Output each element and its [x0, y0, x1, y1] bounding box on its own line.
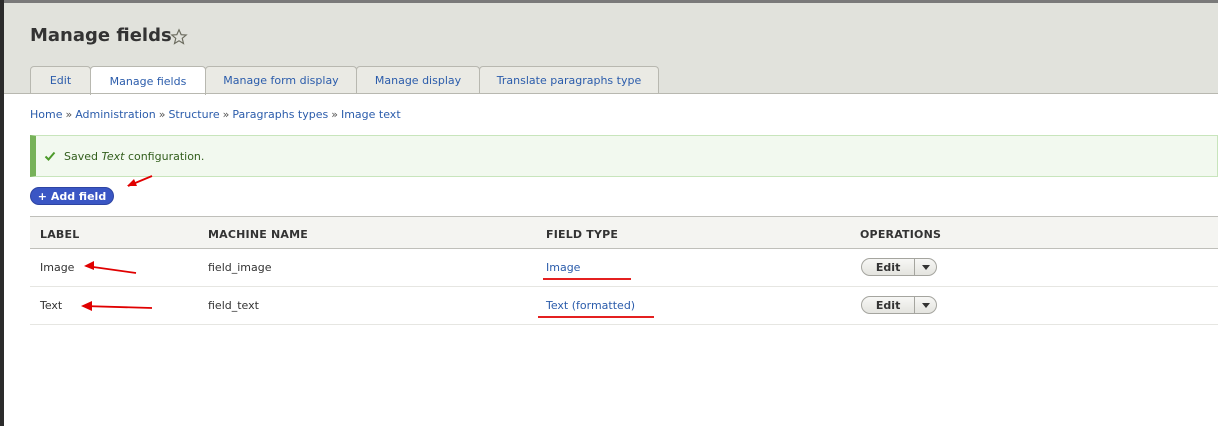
- check-icon: [44, 151, 56, 161]
- header-label[interactable]: LABEL: [40, 228, 79, 241]
- operations-dropbutton: Edit: [861, 296, 937, 314]
- chevron-down-icon: [921, 302, 930, 308]
- breadcrumb-image-text[interactable]: Image text: [341, 108, 401, 121]
- field-machine-name: field_text: [208, 299, 259, 312]
- tab-translate-label: Translate paragraphs type: [496, 74, 642, 87]
- breadcrumb-separator: »: [331, 108, 338, 121]
- tab-manage-form-display-label: Manage form display: [223, 74, 339, 87]
- header-operations: OPERATIONS: [860, 228, 942, 241]
- status-message-suffix: configuration.: [127, 150, 205, 163]
- field-type-link[interactable]: Text (formatted): [546, 299, 635, 312]
- header-divider: [4, 93, 1218, 94]
- tab-manage-display[interactable]: Manage display: [356, 66, 480, 94]
- field-label: Text: [40, 299, 63, 312]
- dropdown-toggle[interactable]: [915, 297, 936, 313]
- edit-button[interactable]: Edit: [862, 297, 916, 313]
- breadcrumb-home[interactable]: Home: [30, 108, 62, 121]
- field-label: Image: [40, 261, 75, 274]
- header-machine-name[interactable]: MACHINE NAME: [208, 228, 308, 241]
- breadcrumb: Home» Administration» Structure» Paragraphs…: [30, 108, 401, 121]
- status-message-text: Saved Text configuration.: [64, 150, 204, 163]
- edit-button[interactable]: Edit: [862, 259, 916, 275]
- breadcrumb-administration[interactable]: Administration: [75, 108, 156, 121]
- star-icon[interactable]: [170, 28, 188, 46]
- tab-manage-fields-label: Manage fields: [109, 74, 187, 88]
- tab-edit[interactable]: Edit: [30, 66, 91, 94]
- field-machine-name: field_image: [208, 261, 272, 274]
- field-type-link[interactable]: Image: [546, 261, 580, 274]
- table-row: Image field_image Image Edit: [30, 249, 1218, 287]
- breadcrumb-structure[interactable]: Structure: [168, 108, 219, 121]
- tab-edit-label: Edit: [49, 74, 72, 87]
- arrow-head: [127, 179, 137, 186]
- tab-translate-paragraphs-type[interactable]: Translate paragraphs type: [479, 66, 659, 94]
- status-message-prefix: Saved: [64, 150, 98, 163]
- dropdown-toggle[interactable]: [915, 259, 936, 275]
- table-header: LABEL MACHINE NAME FIELD TYPE OPERATIONS: [30, 216, 1218, 249]
- tab-manage-display-label: Manage display: [374, 74, 462, 87]
- add-field-button[interactable]: + Add field: [30, 187, 114, 205]
- status-message: Saved Text configuration.: [30, 135, 1218, 177]
- breadcrumb-paragraphs-types[interactable]: Paragraphs types: [232, 108, 328, 121]
- page-title: Manage fields: [30, 25, 172, 46]
- primary-tabs: Edit Manage fields Manage form display M…: [30, 66, 659, 95]
- chevron-down-icon: [921, 264, 930, 270]
- arrow-add-field: [127, 175, 153, 187]
- breadcrumb-separator: »: [158, 108, 166, 121]
- header-field-type[interactable]: FIELD TYPE: [546, 228, 618, 241]
- tab-manage-fields[interactable]: Manage fields: [90, 66, 206, 95]
- page-header: Manage fields Edit Manage fields Manage …: [4, 3, 1218, 95]
- tab-manage-form-display[interactable]: Manage form display: [205, 66, 357, 94]
- breadcrumb-separator: »: [65, 108, 73, 121]
- status-message-field-name: Text: [101, 150, 125, 163]
- breadcrumb-separator: »: [222, 108, 230, 121]
- fields-table: LABEL MACHINE NAME FIELD TYPE OPERATIONS…: [30, 216, 1218, 325]
- table-row: Text field_text Text (formatted) Edit: [30, 287, 1218, 325]
- operations-dropbutton: Edit: [861, 258, 937, 276]
